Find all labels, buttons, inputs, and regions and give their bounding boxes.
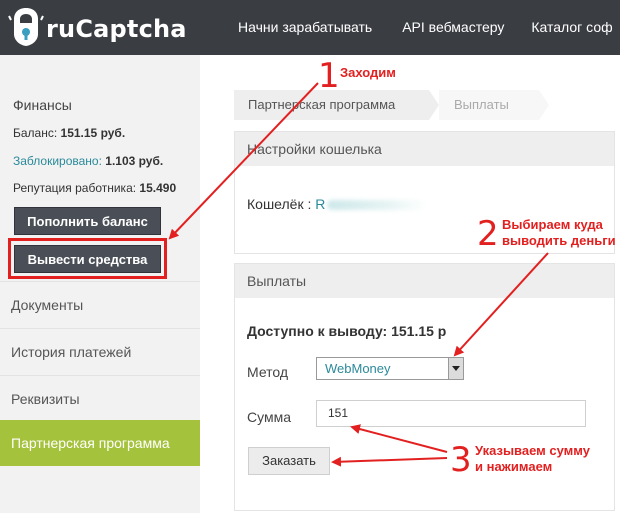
- top-nav: Начни зарабатывать API вебмастеру Катало…: [200, 0, 613, 55]
- blocked-value: 1.103 руб.: [105, 154, 164, 168]
- balance-stat: Баланс: 151.15 руб.: [13, 126, 125, 140]
- annotation-text-3: Указываем сумму и нажимаем: [475, 443, 590, 474]
- sidebar: Финансы Баланс: 151.15 руб. Заблокирован…: [0, 55, 200, 513]
- nav-software-catalog[interactable]: Каталог соф: [531, 0, 612, 55]
- wallet-redacted: [327, 200, 428, 211]
- order-button[interactable]: Заказать: [248, 447, 330, 475]
- amount-label: Сумма: [247, 409, 291, 425]
- finance-title: Финансы: [13, 97, 72, 113]
- breadcrumb-end: [539, 90, 549, 120]
- breadcrumb: Партнерская программа Выплаты: [234, 90, 549, 120]
- sidebar-item-partner-program[interactable]: Партнерская программа: [0, 420, 200, 466]
- chevron-down-icon[interactable]: [448, 358, 463, 379]
- balance-label: Баланс:: [13, 126, 58, 140]
- available-amount: Доступно к выводу: 151.15 р: [247, 323, 447, 339]
- annotation-number-2: 2: [477, 214, 499, 254]
- topup-balance-button[interactable]: Пополнить баланс: [14, 207, 161, 235]
- lock-badge-icon: [8, 8, 44, 46]
- wallet-settings-title: Настройки кошелька: [235, 132, 614, 166]
- reputation-value: 15.490: [139, 181, 177, 195]
- annotation-number-1: 1: [318, 56, 340, 96]
- breadcrumb-payouts: Выплаты: [439, 90, 539, 120]
- nav-start-earning[interactable]: Начни зарабатывать: [238, 0, 372, 55]
- wallet-label: Кошелёк :: [247, 196, 312, 212]
- blocked-label[interactable]: Заблокировано:: [13, 154, 102, 168]
- reputation-label: Репутация работника:: [13, 181, 137, 195]
- withdraw-funds-button[interactable]: Вывести средства: [14, 245, 161, 273]
- balance-value: 151.15 руб.: [60, 126, 126, 140]
- top-header: ruCaptcha Начни зарабатывать API вебмаст…: [0, 0, 620, 55]
- logo-text: ruCaptcha: [46, 15, 187, 43]
- sidebar-item-documents[interactable]: Документы: [0, 281, 200, 327]
- method-select[interactable]: WebMoney: [316, 357, 464, 380]
- breadcrumb-separator: [429, 90, 439, 120]
- wallet-row: Кошелёк : R: [247, 196, 428, 212]
- annotation-text-1: Заходим: [340, 65, 396, 80]
- sidebar-item-payment-history[interactable]: История платежей: [0, 328, 200, 374]
- blocked-stat: Заблокировано: 1.103 руб.: [13, 154, 163, 168]
- reputation-stat: Репутация работника: 15.490: [13, 181, 176, 195]
- wallet-value: R: [315, 196, 326, 212]
- method-selected-value: WebMoney: [325, 361, 391, 376]
- nav-api-webmaster[interactable]: API вебмастеру: [402, 0, 504, 55]
- annotation-text-2: Выбираем куда выводить деньги: [502, 217, 616, 248]
- sidebar-item-requisites[interactable]: Реквизиты: [0, 375, 200, 421]
- logo[interactable]: ruCaptcha: [8, 6, 208, 48]
- amount-input[interactable]: 151: [316, 400, 586, 427]
- annotation-number-3: 3: [450, 440, 472, 480]
- payouts-title: Выплаты: [235, 264, 614, 298]
- method-label: Метод: [247, 364, 289, 380]
